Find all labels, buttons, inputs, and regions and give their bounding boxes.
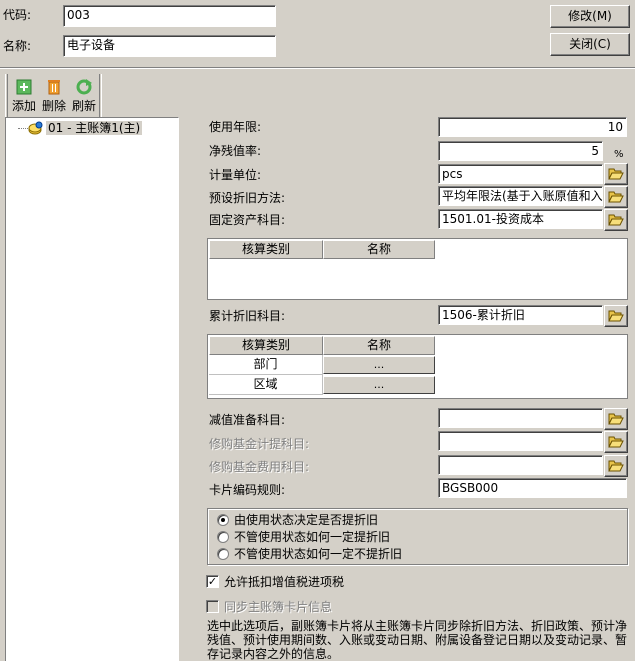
folder-open-icon [608, 191, 624, 203]
accum-depr-field[interactable]: 1506-累计折旧 [438, 305, 603, 325]
unit-field[interactable]: pcs [438, 164, 603, 184]
grid2-row1-category: 部门 [209, 355, 323, 375]
modify-button[interactable]: 修改(M) [550, 5, 630, 28]
vat-deduct-checkbox[interactable]: ✓ [206, 575, 219, 588]
residual-rate-label: 净残值率: [209, 144, 262, 158]
grid2-header-category: 核算类别 [209, 336, 323, 355]
vat-deduct-label[interactable]: 允许抵扣增值税进项税 [224, 575, 344, 589]
radio-always-depreciate-label[interactable]: 不管使用状态如何一定提折旧 [234, 530, 390, 544]
header-separator [0, 67, 635, 69]
toolbar-separator [99, 74, 102, 118]
grid2-row2-name-button[interactable]: ... [323, 376, 435, 394]
sync-description: 选中此选项后，副账簿卡片将从主账簿卡片同步除折旧方法、折旧政策、预计净残值、预计… [207, 619, 628, 661]
grid1-header-category: 核算类别 [209, 240, 323, 259]
radio-by-status[interactable] [217, 514, 229, 526]
depreciation-method-browse-button[interactable] [604, 186, 628, 208]
fixed-asset-account-browse-button[interactable] [604, 209, 628, 231]
trash-icon [48, 80, 60, 95]
folder-open-icon [608, 436, 624, 448]
ledger-tree[interactable]: 01 - 主账簿1(主) [5, 117, 179, 661]
delete-button[interactable]: 删除 [40, 79, 68, 115]
folder-open-icon [608, 310, 624, 322]
unit-browse-button[interactable] [604, 163, 628, 185]
add-label: 添加 [11, 99, 36, 113]
accum-depr-browse-button[interactable] [604, 305, 628, 327]
useful-life-field[interactable]: 10 [438, 117, 627, 137]
repair-fund-expense-field[interactable] [438, 455, 603, 475]
folder-open-icon [608, 214, 624, 226]
repair-fund-accrual-label: 修购基金计提科目: [209, 437, 310, 451]
accum-depr-accounting-grid[interactable]: 核算类别 名称 部门 ... 区域 ... [207, 334, 628, 399]
sync-checkbox[interactable] [206, 600, 219, 613]
card-code-rule-label: 卡片编码规则: [209, 483, 286, 497]
name-field[interactable]: 电子设备 [63, 35, 276, 57]
fixed-asset-accounting-grid[interactable]: 核算类别 名称 [207, 238, 628, 300]
card-code-rule-field[interactable]: BGSB000 [438, 478, 627, 498]
fixed-asset-account-label: 固定资产科目: [209, 213, 286, 227]
folder-open-icon [608, 413, 624, 425]
repair-fund-expense-browse-button[interactable] [604, 455, 628, 477]
folder-open-icon [608, 168, 624, 180]
tree-item-main-ledger[interactable]: 01 - 主账簿1(主) [46, 121, 143, 135]
toolbar-grip [5, 74, 8, 118]
refresh-button[interactable]: 刷新 [70, 79, 98, 115]
folder-open-icon [608, 460, 624, 472]
fixed-asset-account-field[interactable]: 1501.01-投资成本 [438, 209, 603, 229]
repair-fund-accrual-field[interactable] [438, 431, 603, 451]
radio-never-depreciate[interactable] [217, 548, 229, 560]
code-label: 代码: [3, 8, 32, 22]
repair-fund-accrual-browse-button[interactable] [604, 431, 628, 453]
grid1-header-name: 名称 [323, 240, 435, 259]
radio-always-depreciate[interactable] [217, 531, 229, 543]
name-label: 名称: [3, 39, 32, 53]
grid2-row1-name-button[interactable]: ... [323, 356, 435, 374]
close-button[interactable]: 关闭(C) [550, 33, 630, 56]
repair-fund-expense-label: 修购基金费用科目: [209, 460, 310, 474]
add-icon [16, 79, 32, 95]
impairment-label: 减值准备科目: [209, 413, 286, 427]
depreciation-method-field[interactable]: 平均年限法(基于入账原值和入 [438, 186, 603, 206]
impairment-field[interactable] [438, 408, 603, 428]
grid2-row2-category: 区域 [209, 375, 323, 395]
depreciation-method-label: 预设折旧方法: [209, 191, 286, 205]
grid2-header-name: 名称 [323, 336, 435, 355]
radio-never-depreciate-label[interactable]: 不管使用状态如何一定不提折旧 [234, 547, 402, 561]
sync-label: 同步主账簿卡片信息 [224, 600, 333, 614]
unit-label: 计量单位: [209, 168, 262, 182]
ledger-icon [28, 121, 43, 135]
delete-label: 删除 [41, 99, 66, 113]
radio-by-status-label[interactable]: 由使用状态决定是否提折旧 [234, 513, 378, 527]
percent-unit: % [614, 149, 624, 160]
code-field[interactable]: 003 [63, 5, 276, 27]
accum-depr-label: 累计折旧科目: [209, 309, 286, 323]
impairment-browse-button[interactable] [604, 408, 628, 430]
refresh-label: 刷新 [71, 99, 96, 113]
residual-rate-field[interactable]: 5 [438, 141, 603, 161]
useful-life-label: 使用年限: [209, 120, 262, 134]
add-button[interactable]: 添加 [10, 79, 38, 115]
refresh-icon [76, 79, 92, 95]
